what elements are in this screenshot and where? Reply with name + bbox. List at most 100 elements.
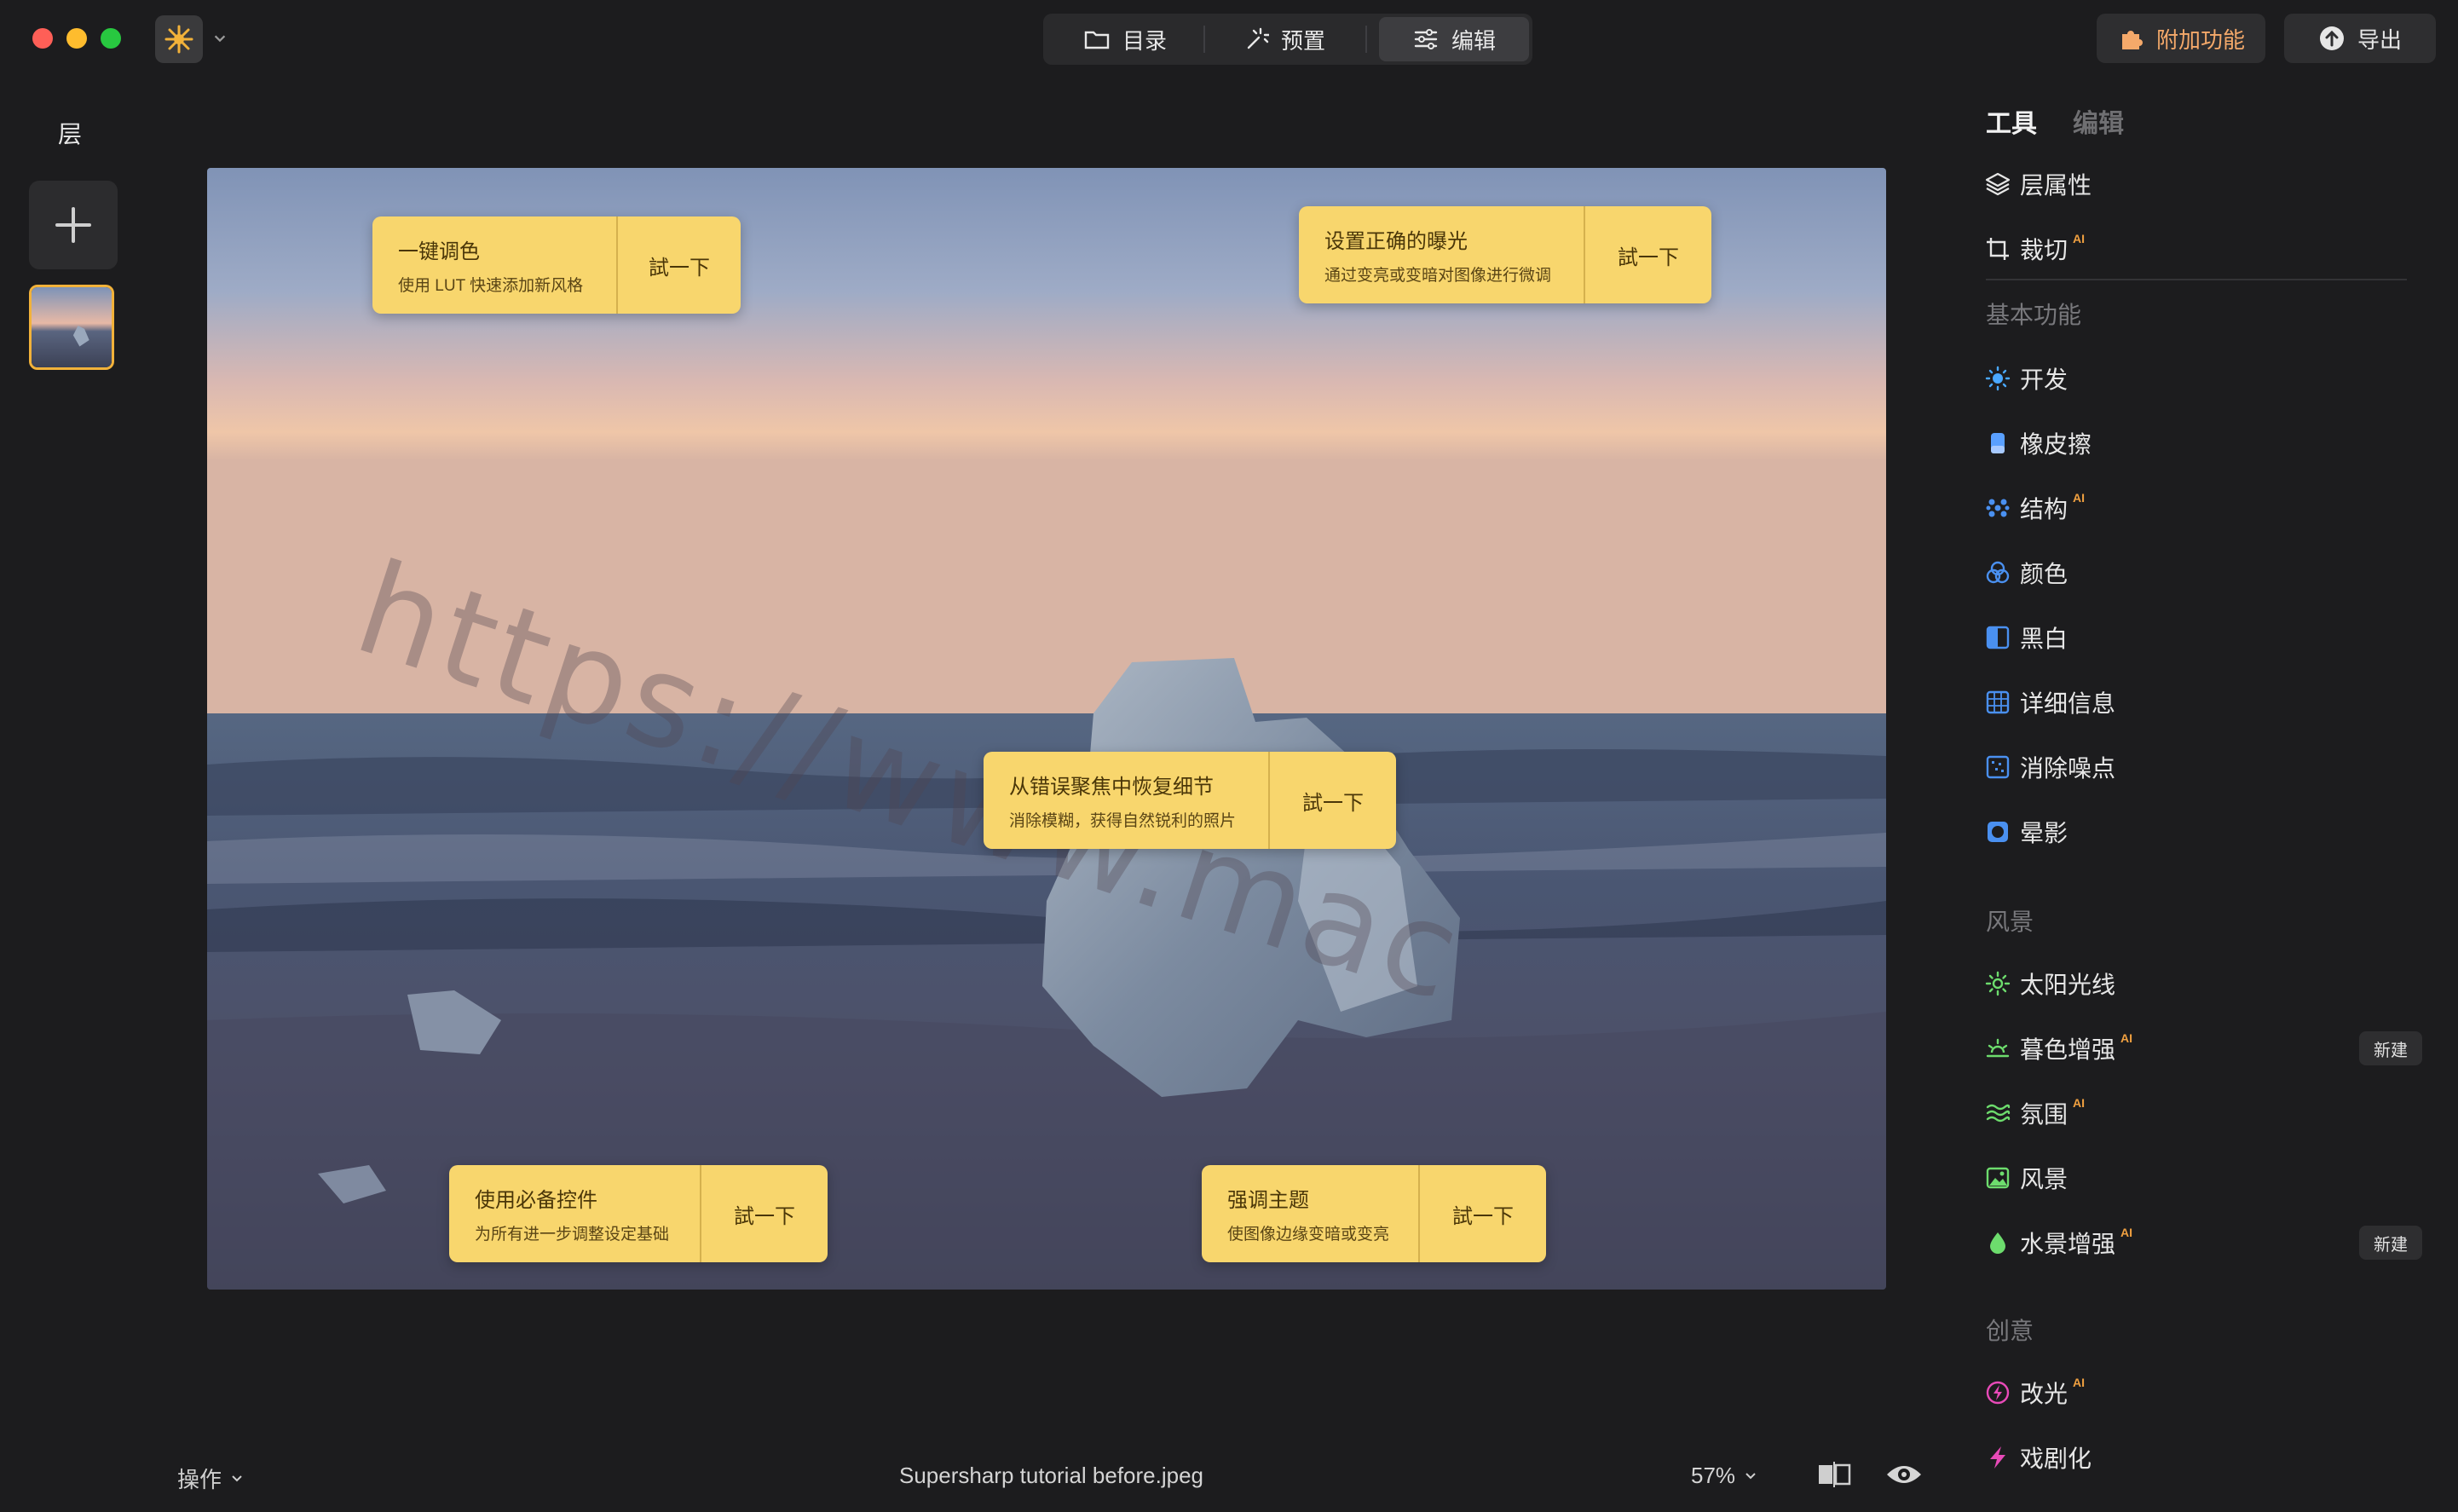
tip-title: 一键调色	[398, 240, 480, 263]
tip-subtitle: 通过变亮或变暗对图像进行微调	[1324, 267, 1552, 285]
tool-sun-rays[interactable]: 太阳光线	[1984, 965, 2115, 1002]
tool-vignette[interactable]: 晕影	[1984, 813, 2068, 851]
tab-edit-panel[interactable]: 编辑	[2073, 102, 2124, 140]
tool-crop[interactable]: 裁切 AI	[1984, 230, 2085, 268]
app-menu-button[interactable]	[155, 15, 203, 63]
new-badge: 新建	[2359, 1031, 2422, 1065]
crop-icon	[1987, 238, 2009, 260]
tool-label: 改光	[2020, 1381, 2069, 1407]
tool-label: 详细信息	[2020, 690, 2116, 717]
tool-relight[interactable]: 改光 AI	[1984, 1374, 2085, 1411]
minimize-window-button[interactable]	[66, 28, 87, 49]
eraser-icon	[1991, 433, 2005, 453]
magic-wand-icon	[1247, 27, 1269, 49]
addons-button[interactable]: 附加功能	[2097, 14, 2265, 63]
tool-golden-hour[interactable]: 暮色增强 AI	[1984, 1030, 2132, 1067]
tool-dramatic[interactable]: 戏剧化	[1984, 1439, 2092, 1476]
tool-label: 开发	[2020, 366, 2069, 393]
compare-icon[interactable]	[1817, 1459, 1851, 1490]
tool-label: 消除噪点	[2020, 755, 2116, 782]
tool-label: 黑白	[2020, 626, 2069, 652]
tool-denoise[interactable]: 消除噪点	[1984, 748, 2115, 786]
mode-segmented-control: 目录 预置 编辑	[1043, 14, 1532, 65]
export-label: 导出	[2357, 26, 2402, 53]
sun-icon	[1985, 366, 2011, 391]
layer-thumbnail-image	[32, 287, 112, 367]
tool-color[interactable]: 颜色	[1984, 554, 2068, 592]
color-icon	[1986, 561, 2010, 584]
add-layer-button[interactable]	[29, 181, 118, 269]
atmosphere-icon	[1986, 1104, 2011, 1122]
relight-icon	[1986, 1381, 2010, 1405]
tip-title: 强调主题	[1227, 1189, 1309, 1212]
tip-card: 从错误聚焦中恢复细节消除模糊，获得自然锐利的照片 試一下	[984, 752, 1396, 849]
zoom-window-button[interactable]	[101, 28, 121, 49]
tab-edit[interactable]: 编辑	[1379, 17, 1529, 61]
tool-label: 橡皮擦	[2020, 431, 2092, 458]
try-button[interactable]: 試一下	[1270, 752, 1396, 849]
new-badge: 新建	[2359, 1226, 2422, 1260]
tool-label: 水景增强	[2020, 1231, 2116, 1257]
image-canvas[interactable]: https://www.mac 一键调色 使用 LUT 快速添加新风格 試一下 设…	[207, 168, 1886, 1290]
try-button[interactable]: 試一下	[618, 216, 741, 314]
tool-eraser[interactable]: 橡皮擦	[1984, 424, 2092, 462]
operations-label: 操作	[177, 1467, 222, 1492]
tab-tools[interactable]: 工具	[1986, 102, 2037, 140]
app-menu-chevron-icon[interactable]	[211, 26, 228, 51]
operations-menu[interactable]: 操作	[177, 1463, 244, 1494]
close-window-button[interactable]	[32, 28, 53, 49]
structure-icon	[1986, 499, 2010, 517]
denoise-icon	[1986, 755, 2010, 779]
sun-logo-icon	[164, 25, 193, 54]
tool-label: 暮色增强	[2020, 1036, 2116, 1063]
tip-card: 设置正确的曝光 通过变亮或变暗对图像进行微调 試一下	[1299, 206, 1711, 303]
tool-label: 风景	[2020, 1166, 2069, 1192]
layers-icon	[1985, 172, 2011, 196]
sliders-icon	[1414, 29, 1438, 49]
dramatic-icon	[1990, 1446, 2005, 1469]
sunrays-icon	[1985, 971, 2011, 996]
tool-develop[interactable]: 开发	[1984, 360, 2068, 397]
sunset-icon	[1986, 1038, 2010, 1058]
tool-label: 氛围	[2020, 1101, 2069, 1128]
bw-icon	[1986, 626, 2010, 649]
vignette-icon	[1988, 822, 2008, 842]
export-button[interactable]: 导出	[2284, 14, 2436, 63]
tip-card: 强调主题 使图像边缘变暗或变亮 試一下	[1202, 1165, 1546, 1262]
tool-layer-properties[interactable]: 层属性	[1984, 165, 2092, 203]
tool-black-white[interactable]: 黑白	[1984, 619, 2068, 656]
tab-presets[interactable]: 预置	[1205, 17, 1362, 61]
layer-thumbnail[interactable]	[29, 285, 114, 370]
file-name: Supersharp tutorial before.jpeg	[899, 1463, 1204, 1488]
title-bar: 目录 预置 编辑 附加功能 导出	[0, 0, 2458, 78]
try-button[interactable]: 試一下	[1585, 206, 1711, 303]
tip-title: 从错误聚焦中恢复细节	[1009, 776, 1214, 799]
tip-card: 一键调色使用 LUT 快速添加新风格 試一下	[372, 216, 741, 314]
app-window: 目录 预置 编辑 附加功能 导出 层 https://www.mac 一键调色 …	[0, 0, 2458, 1512]
tip-card: 使用必备控件 为所有进一步调整设定基础 試一下	[449, 1165, 828, 1262]
tool-label: 层属性	[2020, 172, 2092, 199]
tip-subtitle: 使用 LUT 快速添加新风格	[398, 277, 584, 295]
tool-details[interactable]: 详细信息	[1984, 684, 2115, 721]
chevron-down-icon	[232, 1474, 242, 1481]
tab-catalog[interactable]: 目录	[1047, 17, 1203, 61]
tip-subtitle: 消除模糊，获得自然锐利的照片	[1009, 812, 1237, 830]
tool-atmosphere[interactable]: 氛围 AI	[1984, 1094, 2085, 1132]
tool-structure[interactable]: 结构 AI	[1984, 489, 2085, 527]
addons-label: 附加功能	[2155, 26, 2245, 53]
photo-image	[207, 168, 1886, 1290]
tab-presets-label: 预置	[1280, 27, 1325, 54]
tool-label: 戏剧化	[2020, 1446, 2092, 1472]
tool-landscape[interactable]: 风景	[1984, 1159, 2068, 1197]
ai-badge: AI	[2073, 491, 2086, 505]
ai-badge: AI	[2073, 232, 2086, 245]
tool-water-enhance[interactable]: 水景增强 AI	[1984, 1224, 2132, 1261]
try-button[interactable]: 試一下	[1420, 1165, 1546, 1262]
try-button[interactable]: 試一下	[701, 1165, 828, 1262]
tab-edit-label: 编辑	[1451, 27, 1496, 54]
eye-icon[interactable]	[1885, 1459, 1923, 1490]
zoom-select[interactable]: 57%	[1691, 1463, 1757, 1489]
layers-title: 层	[58, 121, 83, 147]
tip-subtitle: 为所有进一步调整设定基础	[475, 1226, 670, 1244]
tab-catalog-label: 目录	[1122, 27, 1167, 54]
